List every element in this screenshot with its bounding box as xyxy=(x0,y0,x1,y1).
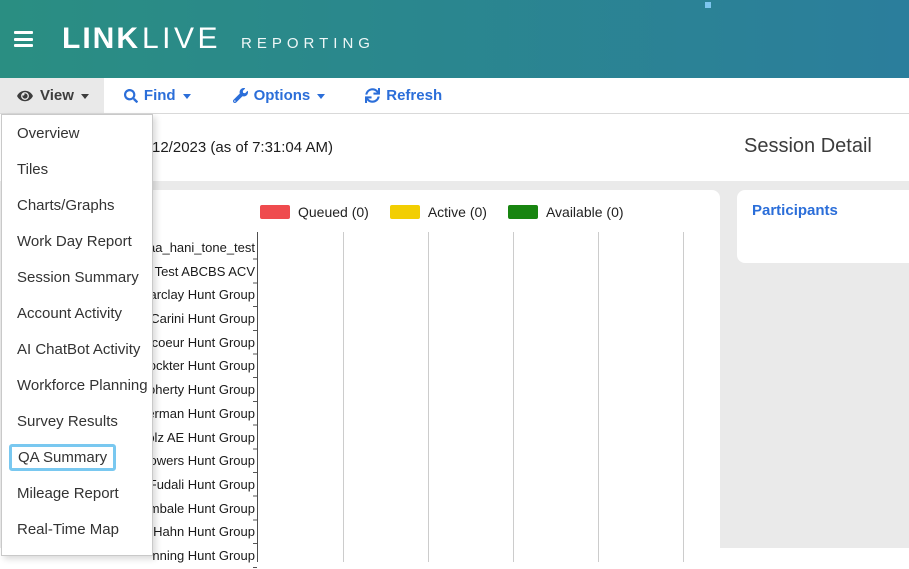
options-button-label: Options xyxy=(254,87,311,104)
view-menu-item-label: Session Summary xyxy=(17,269,139,286)
view-menu-item-tiles[interactable]: Tiles xyxy=(2,151,152,187)
logo-text-bold: LINK xyxy=(62,22,140,56)
hamburger-bar xyxy=(14,44,33,47)
app-header: LINKLIVE REPORTING xyxy=(0,0,909,78)
refresh-button-label: Refresh xyxy=(386,87,442,104)
view-menu-item-qa-summary[interactable]: QA Summary xyxy=(2,439,152,475)
view-menu-item-charts-graphs[interactable]: Charts/Graphs xyxy=(2,187,152,223)
view-menu-item-label: Mileage Report xyxy=(17,485,119,502)
wrench-icon xyxy=(233,88,248,103)
chevron-down-icon xyxy=(183,94,191,99)
view-menu-item-label: Account Activity xyxy=(17,305,122,322)
chart-legend: Queued (0) Active (0) Available (0) xyxy=(260,204,624,220)
hamburger-bar xyxy=(14,31,33,34)
view-menu-item-label: Charts/Graphs xyxy=(17,197,115,214)
gridline xyxy=(683,232,684,562)
gridline xyxy=(513,232,514,562)
view-button-label: View xyxy=(40,87,74,104)
view-menu-item-ai-chatbot-activity[interactable]: AI ChatBot Activity xyxy=(2,331,152,367)
legend-item-queued-0-: Queued (0) xyxy=(260,204,369,220)
view-menu-item-overview[interactable]: Overview xyxy=(2,115,152,151)
participants-panel: Participants xyxy=(737,190,909,263)
hamburger-bar xyxy=(14,38,33,41)
chevron-down-icon xyxy=(317,94,325,99)
view-menu-item-label: Overview xyxy=(17,125,80,142)
chevron-down-icon xyxy=(81,94,89,99)
logo-text-light: LIVE xyxy=(142,22,221,56)
view-menu-item-label: Real-Time Map xyxy=(17,521,119,538)
legend-label: Available (0) xyxy=(546,204,624,220)
view-menu-item-mileage-report[interactable]: Mileage Report xyxy=(2,475,152,511)
logo-text-suffix: REPORTING xyxy=(241,35,375,52)
report-period-heading: 12/2023 (as of 7:31:04 AM) xyxy=(152,139,333,156)
view-menu-item-label: Work Day Report xyxy=(17,233,132,250)
view-menu-item-label: Workforce Planning xyxy=(17,377,148,394)
legend-item-active-0-: Active (0) xyxy=(390,204,487,220)
view-dropdown-menu: Overview Tiles Charts/Graphs Work Day Repor… xyxy=(1,114,153,556)
toolbar: View Find Options Refresh xyxy=(0,78,909,114)
find-button-label: Find xyxy=(144,87,176,104)
search-icon xyxy=(124,89,138,103)
view-menu-item-label: Tiles xyxy=(17,161,48,178)
view-menu-item-work-day-report[interactable]: Work Day Report xyxy=(2,223,152,259)
view-menu-item-real-time-map[interactable]: Real-Time Map xyxy=(2,511,152,547)
view-menu-item-survey-results[interactable]: Survey Results xyxy=(2,403,152,439)
app-logo: LINKLIVE REPORTING xyxy=(62,0,375,78)
refresh-icon xyxy=(365,88,380,103)
session-detail-title: Session Detail xyxy=(744,135,872,158)
gridline xyxy=(598,232,599,562)
view-menu-item-label: QA Summary xyxy=(9,444,116,471)
view-menu-item-label: AI ChatBot Activity xyxy=(17,341,140,358)
view-button[interactable]: View xyxy=(0,78,104,113)
hamburger-menu-icon[interactable] xyxy=(14,31,33,47)
gridline xyxy=(343,232,344,562)
view-menu-item-workforce-planning[interactable]: Workforce Planning xyxy=(2,367,152,403)
eye-icon xyxy=(16,89,34,103)
legend-label: Active (0) xyxy=(428,204,487,220)
legend-item-available-0-: Available (0) xyxy=(508,204,624,220)
view-menu-item-session-summary[interactable]: Session Summary xyxy=(2,259,152,295)
legend-swatch xyxy=(508,205,538,219)
gridline xyxy=(428,232,429,562)
find-button[interactable]: Find xyxy=(122,78,193,113)
options-button[interactable]: Options xyxy=(231,78,328,113)
refresh-button[interactable]: Refresh xyxy=(363,78,444,113)
participants-panel-title: Participants xyxy=(752,202,838,219)
legend-swatch xyxy=(390,205,420,219)
legend-label: Queued (0) xyxy=(298,204,369,220)
legend-swatch xyxy=(260,205,290,219)
header-artifact-square xyxy=(705,2,711,8)
chart-plot-area xyxy=(257,232,683,562)
view-menu-item-label: Survey Results xyxy=(17,413,118,430)
view-menu-item-account-activity[interactable]: Account Activity xyxy=(2,295,152,331)
